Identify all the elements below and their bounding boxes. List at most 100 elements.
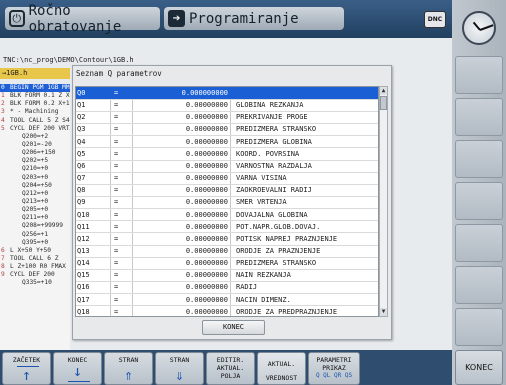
- line-text: BEGIN PGM 1GB MM: [10, 84, 70, 91]
- q-parameter-row[interactable]: Q6 = 0.00000000 VARNOSTNA RAZDALJA: [76, 160, 378, 173]
- q-name: Q15: [77, 271, 90, 280]
- q-parameter-row[interactable]: Q10 = 0.00000000 DOVAJALNA GLOBINA: [76, 209, 378, 222]
- program-line[interactable]: Q395=+0: [0, 239, 70, 247]
- q-value: 0.00000000: [185, 307, 228, 316]
- mode-programming-label: Programiranje: [189, 10, 299, 27]
- program-line[interactable]: 7 TOOL CALL 6 Z: [0, 255, 70, 263]
- program-lines[interactable]: 0 BEGIN PGM 1GB MM 1 BLK FORM 0.1 Z X+0 2 BLK…: [0, 84, 70, 350]
- program-line[interactable]: Q204=+50: [0, 182, 70, 190]
- side-softkey-6[interactable]: [455, 266, 503, 304]
- program-line[interactable]: 4 TOOL CALL 5 Z S4500: [0, 117, 70, 125]
- softkey-current-value[interactable]: AKTUAL. VREDNOST: [257, 352, 306, 385]
- q-parameter-row[interactable]: Q1 = 0.00000000 GLOBINA REZKANJA: [76, 99, 378, 112]
- q-equals: =: [114, 198, 119, 207]
- line-number: 9: [1, 271, 5, 279]
- vertical-scrollbar[interactable]: ▲ ▼: [379, 86, 388, 317]
- softkey-begin[interactable]: ZAČETEK ↑: [2, 352, 51, 385]
- q-name: Q16: [77, 283, 90, 292]
- q-name: Q0: [77, 89, 86, 97]
- line-text: Q201=-20: [22, 140, 52, 148]
- arrow-down-icon: ↓: [72, 362, 83, 380]
- q-parameter-row[interactable]: Q7 = 0.00000000 VARNA VISINA: [76, 172, 378, 185]
- q-value: 0.00000000: [185, 186, 228, 195]
- program-line[interactable]: 9 CYCL DEF 200: [0, 271, 70, 279]
- program-line[interactable]: Q203=+0: [0, 174, 70, 182]
- q-parameter-row[interactable]: Q8 = 0.00000000 ZAOKROEVALNI RADIJ: [76, 184, 378, 197]
- q-value: 0.00000000: [185, 101, 228, 110]
- program-file-tab[interactable]: →1GB.h: [0, 68, 70, 79]
- line-text: Q205=+0: [22, 206, 49, 214]
- program-line[interactable]: 2 BLK FORM 0.2 X+100: [0, 100, 70, 108]
- program-line[interactable]: 6 L X+50 Y+50: [0, 247, 70, 255]
- line-number: 1: [1, 92, 5, 100]
- softkey-parameter-display[interactable]: PARAMETRI PRIKAZ Q QL QR QS: [308, 352, 360, 385]
- program-line[interactable]: Q202=+5: [0, 157, 70, 165]
- side-softkey-2[interactable]: [455, 98, 503, 136]
- end-button[interactable]: KONEC: [455, 350, 503, 385]
- line-text: TOOL CALL 6 Z: [10, 254, 59, 262]
- line-text: Q203=+0: [22, 173, 49, 181]
- program-line[interactable]: 0 BEGIN PGM 1GB MM: [0, 84, 70, 93]
- scroll-down-icon[interactable]: ▼: [380, 308, 387, 316]
- side-softkey-3[interactable]: [455, 140, 503, 178]
- q-description: POT.NAPR.GLOB.DOVAJ.: [236, 222, 321, 231]
- side-softkey-4[interactable]: [455, 182, 503, 220]
- dnc-badge[interactable]: DNC: [424, 11, 446, 28]
- program-line[interactable]: Q210=+0: [0, 165, 70, 173]
- softkey-page-down[interactable]: STRAN ⇓: [155, 352, 204, 385]
- q-value: 0.00000000: [185, 234, 228, 243]
- softkey-end[interactable]: KONEC ↓: [53, 352, 102, 385]
- program-line[interactable]: Q200=+2: [0, 133, 70, 141]
- program-line[interactable]: 3 * - Machining: [0, 108, 70, 116]
- q-parameter-row[interactable]: Q18 = 0.00000000 ORODJE ZA PREDPRAZNJENJE: [76, 306, 378, 316]
- side-softkey-1[interactable]: [455, 56, 503, 94]
- program-line[interactable]: Q213=+0: [0, 198, 70, 206]
- program-line[interactable]: 5 CYCL DEF 200 VRTANJE: [0, 125, 70, 133]
- q-parameter-row[interactable]: Q4 = 0.00000000 PREDIZMERA GLOBINA: [76, 136, 378, 149]
- softkey-value-label-1: AKTUAL.: [267, 360, 296, 368]
- side-softkey-7[interactable]: [455, 308, 503, 346]
- softkey-page-up[interactable]: STRAN ⇑: [104, 352, 153, 385]
- q-parameter-row[interactable]: Q14 = 0.00000000 PREDIZMERA STRANSKO: [76, 257, 378, 270]
- dialog-close-button[interactable]: KONEC: [202, 320, 265, 335]
- line-text: Q335=+10: [22, 279, 52, 287]
- softkey-value-label-2: VREDNOST: [265, 374, 298, 382]
- program-line[interactable]: Q205=+0: [0, 206, 70, 214]
- line-text: Q200=+2: [22, 132, 49, 140]
- q-parameter-row[interactable]: Q0 = 0.000000000: [76, 87, 378, 100]
- program-line[interactable]: 1 BLK FORM 0.1 Z X+0: [0, 92, 70, 100]
- q-parameter-row[interactable]: Q17 = 0.00000000 NACIN DIMENZ.: [76, 294, 378, 307]
- program-line[interactable]: Q206=+150: [0, 149, 70, 157]
- program-line[interactable]: Q211=+0: [0, 214, 70, 222]
- q-parameter-table[interactable]: Q0 = 0.000000000 Q1 = 0.00000000 GLOBINA REZKA…: [75, 86, 379, 317]
- line-text: Q213=+0: [22, 197, 49, 205]
- line-number: 3: [1, 108, 5, 116]
- q-parameter-row[interactable]: Q16 = 0.00000000 RADIJ: [76, 281, 378, 295]
- q-description: DOVAJALNA GLOBINA: [236, 210, 308, 219]
- q-parameter-row[interactable]: Q15 = 0.00000000 NAIN REZKANJA: [76, 269, 378, 283]
- q-value: 0.00000000: [185, 137, 228, 146]
- scroll-up-icon[interactable]: ▲: [380, 87, 387, 95]
- q-parameter-row[interactable]: Q2 = 0.00000000 PREKRIVANJE PROGE: [76, 111, 378, 125]
- program-line[interactable]: Q208=+99999: [0, 222, 70, 230]
- q-parameter-row[interactable]: Q5 = 0.00000000 KOORD. POVRSINA: [76, 148, 378, 161]
- q-parameter-row[interactable]: Q11 = 0.00000000 POT.NAPR.GLOB.DOVAJ.: [76, 221, 378, 234]
- q-description: KOORD. POVRSINA: [236, 149, 300, 158]
- q-equals: =: [114, 307, 119, 316]
- q-parameter-row[interactable]: Q13 = 0.00000000 ORODJE ZA PRAZNJENJE: [76, 245, 378, 258]
- side-softkey-5[interactable]: [455, 224, 503, 262]
- softkey-edit-field[interactable]: EDITIR. AKTUAL. POLJA: [206, 352, 255, 385]
- program-line[interactable]: Q201=-20: [0, 141, 70, 149]
- program-line[interactable]: 8 L Z+100 R0 FMAX: [0, 263, 70, 271]
- mode-manual-operation[interactable]: ⏻ Ročno obratovanje: [5, 3, 160, 35]
- program-line[interactable]: Q256=+1: [0, 231, 70, 239]
- mode-bar: ⏻ Ročno obratovanje ➔ Programiranje DNC: [0, 0, 452, 38]
- scroll-thumb[interactable]: [380, 96, 387, 110]
- program-line[interactable]: Q212=+0: [0, 190, 70, 198]
- q-parameter-row[interactable]: Q3 = 0.00000000 PREDIZMERA STRANSKO: [76, 123, 378, 137]
- mode-programming[interactable]: ➔ Programiranje: [164, 7, 344, 30]
- q-parameter-row[interactable]: Q12 = 0.00000000 POTISK NAPREJ PRAZNJENJE: [76, 233, 378, 246]
- q-parameter-row[interactable]: Q9 = 0.00000000 SMER VRTENJA: [76, 196, 378, 210]
- q-value: 0.00000000: [185, 149, 228, 158]
- program-line[interactable]: Q335=+10: [0, 279, 70, 287]
